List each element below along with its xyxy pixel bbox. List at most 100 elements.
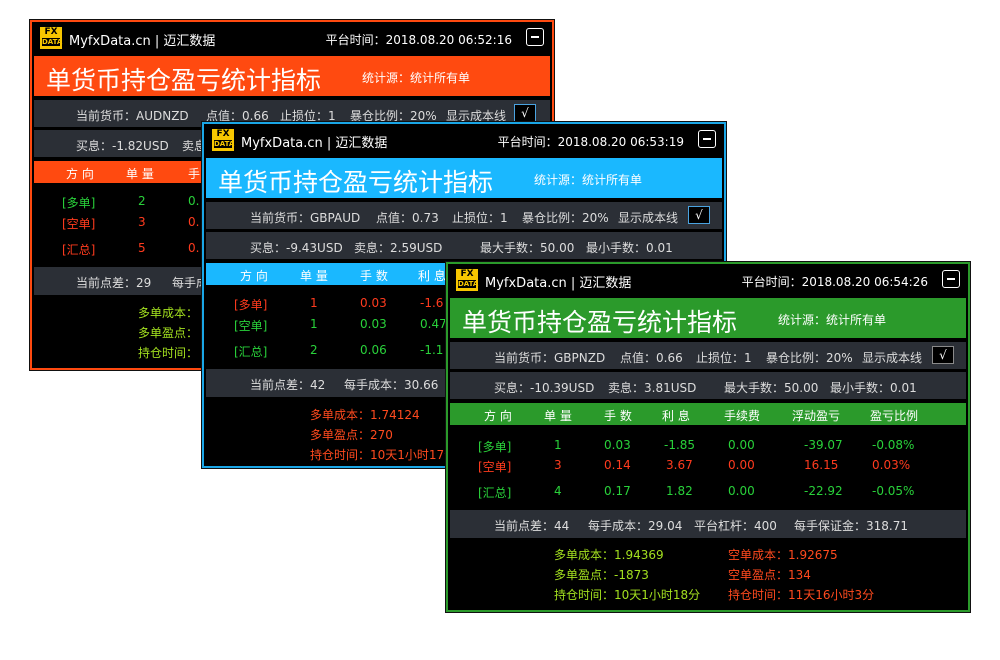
row-total-fee: 0.00 — [728, 484, 755, 498]
swap-info-row: 买息：-10.39USD 卖息：3.81USD 最大手数：50.00 最小手数：… — [450, 372, 966, 399]
current-currency: 当前货币：GBPAUD — [250, 211, 361, 225]
row-short-swap: 3.67 — [666, 458, 693, 472]
row-long-ratio: -0.08% — [872, 438, 915, 452]
row-long-pl: -39.07 — [804, 438, 843, 452]
minimize-button[interactable] — [526, 28, 544, 46]
current-currency: 当前货币：AUDNZD — [76, 109, 189, 123]
brand-label: MyfxData.cn | 迈汇数据 — [69, 34, 216, 49]
indicator-panel-gbpnzd: FX DATA MyfxData.cn | 迈汇数据 平台时间：2018.08.2… — [446, 262, 970, 612]
platform-leverage: 平台杠杆：400 — [694, 519, 777, 533]
col-direction: 方 向 — [240, 269, 268, 283]
row-long-direction: [多单] — [234, 298, 268, 312]
row-short-lots: 0. — [188, 215, 200, 229]
show-cost-line-label: 显示成本线 — [618, 211, 679, 225]
header-banner: 单货币持仓盈亏统计指标 统计源：统计所有单 — [450, 298, 966, 338]
row-long-swap: -1.85 — [664, 438, 696, 452]
col-fee: 手续费 — [724, 409, 761, 423]
row-short-direction: [空单] — [478, 460, 512, 474]
title-bar: FX DATA MyfxData.cn | 迈汇数据 平台时间：2018.08.2… — [448, 264, 968, 296]
brand-label: MyfxData.cn | 迈汇数据 — [241, 136, 388, 151]
row-total-qty: 5 — [138, 241, 146, 255]
row-long-qty: 2 — [138, 194, 146, 208]
max-lots: 最大手数：50.00 — [480, 241, 575, 255]
row-long-direction: [多单] — [62, 196, 96, 210]
minimize-button[interactable] — [942, 270, 960, 288]
platform-time: 平台时间：2018.08.20 06:53:19 — [497, 135, 684, 149]
row-long-qty: 1 — [554, 438, 562, 452]
point-value: 点值：0.66 — [620, 351, 683, 365]
stat-source: 统计源：统计所有单 — [362, 71, 471, 85]
cost-per-lot: 每手成本：29.04 — [588, 519, 683, 533]
point-value: 点值：0.73 — [376, 211, 439, 225]
minimize-button[interactable] — [698, 130, 716, 148]
spread-footer: 当前点差：44 每手成本：29.04 平台杠杆：400 每手保证金：318.71 — [450, 510, 966, 538]
col-pl-ratio: 盈亏比例 — [870, 409, 919, 423]
row-short-qty: 3 — [138, 215, 146, 229]
row-short-direction: [空单] — [234, 319, 268, 333]
platform-time: 平台时间：2018.08.20 06:52:16 — [325, 33, 512, 47]
long-cost: 多单成本： — [138, 306, 199, 320]
margin-per-lot: 每手保证金：318.71 — [794, 519, 908, 533]
header-banner: 单货币持仓盈亏统计指标 统计源：统计所有单 — [34, 56, 550, 96]
col-swap: 利 息 — [662, 409, 690, 423]
row-long-direction: [多单] — [478, 440, 512, 454]
blowout-ratio: 暴仓比例：20% — [766, 351, 853, 365]
min-lots: 最小手数：0.01 — [830, 381, 917, 395]
long-points: 多单盈点：-1873 — [554, 568, 649, 582]
row-short-swap: 0.47 — [420, 317, 447, 331]
row-total-qty: 4 — [554, 484, 562, 498]
long-points: 多单盈点：270 — [310, 428, 393, 442]
fx-data-logo: FX DATA — [456, 269, 478, 291]
col-direction: 方 向 — [66, 167, 94, 181]
stop-loss: 止损位：1 — [452, 211, 508, 225]
short-holding-time: 持仓时间：11天16小时3分 — [728, 588, 875, 602]
col-quantity: 单 量 — [544, 409, 572, 423]
row-long-fee: 0.00 — [728, 438, 755, 452]
col-lots: 手 数 — [360, 269, 388, 283]
max-lots: 最大手数：50.00 — [724, 381, 819, 395]
current-spread: 当前点差：44 — [494, 519, 570, 533]
stop-loss: 止损位：1 — [696, 351, 752, 365]
currency-info-row: 当前货币：GBPAUD 点值：0.73 止损位：1 暴仓比例：20% 显示成本线… — [206, 202, 722, 229]
platform-time: 平台时间：2018.08.20 06:54:26 — [741, 275, 928, 289]
row-short-qty: 3 — [554, 458, 562, 472]
col-quantity: 单 量 — [126, 167, 154, 181]
row-total-lots: 0.17 — [604, 484, 631, 498]
row-total-swap: 1.82 — [666, 484, 693, 498]
show-cost-line-checkbox[interactable]: √ — [688, 206, 710, 224]
row-total-lots: 0.06 — [360, 343, 387, 357]
show-cost-line-checkbox[interactable]: √ — [932, 346, 954, 364]
row-total-direction: [汇总] — [234, 345, 268, 359]
col-swap: 利 息 — [418, 269, 446, 283]
row-short-qty: 1 — [310, 317, 318, 331]
row-long-swap: -1.6 — [420, 296, 444, 310]
row-total-direction: [汇总] — [478, 486, 512, 500]
row-short-direction: [空单] — [62, 217, 96, 231]
row-short-lots: 0.14 — [604, 458, 631, 472]
holding-time: 持仓时间： — [138, 346, 199, 360]
row-total-qty: 2 — [310, 343, 318, 357]
row-total-swap: -1.1 — [420, 343, 444, 357]
col-lots: 手 — [188, 167, 201, 181]
row-long-lots: 0.03 — [360, 296, 387, 310]
swap-info-row: 买息：-9.43USD 卖息：2.59USD 最大手数：50.00 最小手数：0… — [206, 232, 722, 259]
sell-swap: 卖息：3.81USD — [608, 381, 697, 395]
col-lots: 手 数 — [604, 409, 632, 423]
row-total-ratio: -0.05% — [872, 484, 915, 498]
row-long-lots: 0.03 — [604, 438, 631, 452]
header-banner: 单货币持仓盈亏统计指标 统计源：统计所有单 — [206, 158, 722, 198]
sell-swap: 卖息：2.59USD — [354, 241, 443, 255]
row-long-qty: 1 — [310, 296, 318, 310]
stat-source: 统计源：统计所有单 — [534, 173, 643, 187]
show-cost-line-checkbox[interactable]: √ — [514, 104, 536, 122]
minus-icon — [703, 138, 711, 140]
row-long-lots: 0. — [188, 194, 200, 208]
fx-data-logo: FX DATA — [40, 27, 62, 49]
min-lots: 最小手数：0.01 — [586, 241, 673, 255]
row-short-ratio: 0.03% — [872, 458, 911, 472]
page-title: 单货币持仓盈亏统计指标 — [218, 168, 494, 197]
currency-info-row: 当前货币：GBPNZD 点值：0.66 止损位：1 暴仓比例：20% 显示成本线… — [450, 342, 966, 369]
show-cost-line-label: 显示成本线 — [862, 351, 923, 365]
fx-data-logo: FX DATA — [212, 129, 234, 151]
buy-swap: 买息：-1.82USD — [76, 139, 169, 153]
